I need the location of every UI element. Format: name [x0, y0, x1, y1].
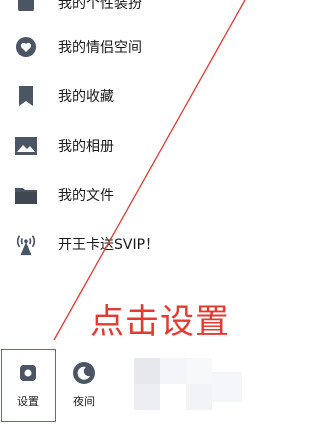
- annotation-click-settings: 点击设置: [90, 302, 230, 342]
- night-mode-button[interactable]: 夜间: [58, 360, 110, 420]
- settings-button[interactable]: 设置: [2, 360, 54, 420]
- settings-label: 设置: [17, 395, 39, 408]
- gear-icon: [15, 360, 41, 386]
- night-mode-label: 夜间: [73, 395, 95, 408]
- moon-icon: [71, 360, 97, 386]
